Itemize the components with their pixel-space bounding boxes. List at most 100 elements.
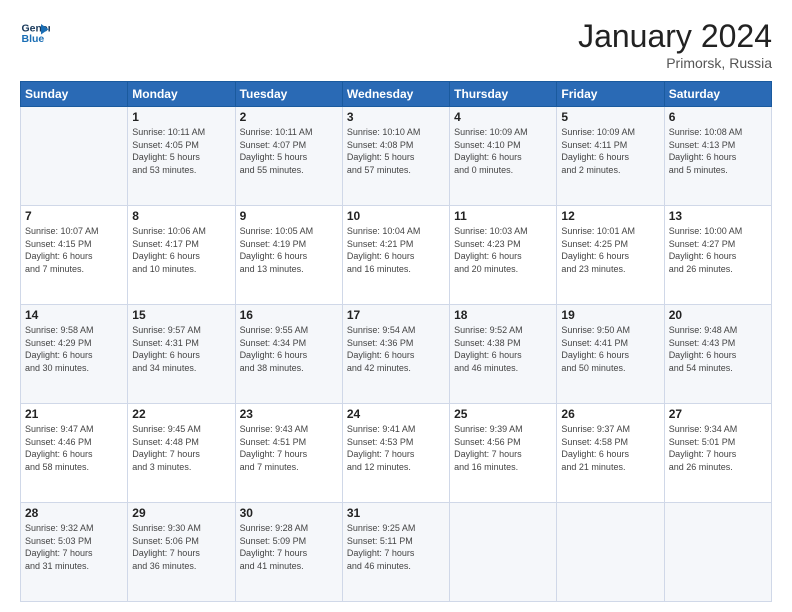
day-number: 10: [347, 209, 445, 223]
day-number: 31: [347, 506, 445, 520]
day-info: Sunrise: 9:43 AM Sunset: 4:51 PM Dayligh…: [240, 423, 338, 473]
day-info: Sunrise: 9:37 AM Sunset: 4:58 PM Dayligh…: [561, 423, 659, 473]
calendar-cell: 25Sunrise: 9:39 AM Sunset: 4:56 PM Dayli…: [450, 404, 557, 503]
day-number: 2: [240, 110, 338, 124]
day-info: Sunrise: 10:04 AM Sunset: 4:21 PM Daylig…: [347, 225, 445, 275]
day-info: Sunrise: 9:34 AM Sunset: 5:01 PM Dayligh…: [669, 423, 767, 473]
day-info: Sunrise: 10:00 AM Sunset: 4:27 PM Daylig…: [669, 225, 767, 275]
day-info: Sunrise: 9:30 AM Sunset: 5:06 PM Dayligh…: [132, 522, 230, 572]
day-number: 11: [454, 209, 552, 223]
weekday-header-monday: Monday: [128, 82, 235, 107]
day-number: 6: [669, 110, 767, 124]
day-info: Sunrise: 10:07 AM Sunset: 4:15 PM Daylig…: [25, 225, 123, 275]
weekday-header-saturday: Saturday: [664, 82, 771, 107]
calendar-cell: 10 Sunrise: 10:04 AM Sunset: 4:21 PM Dayl…: [342, 206, 449, 305]
day-number: 12: [561, 209, 659, 223]
day-info: Sunrise: 10:09 AM Sunset: 4:11 PM Daylig…: [561, 126, 659, 176]
day-info: Sunrise: 10:10 AM Sunset: 4:08 PM Daylig…: [347, 126, 445, 176]
calendar-cell: 5 Sunrise: 10:09 AM Sunset: 4:11 PM Dayli…: [557, 107, 664, 206]
calendar-cell: [21, 107, 128, 206]
day-info: Sunrise: 10:06 AM Sunset: 4:17 PM Daylig…: [132, 225, 230, 275]
calendar-cell: 19 Sunrise: 9:50 AM Sunset: 4:41 PM Dayli…: [557, 305, 664, 404]
calendar-cell: 21 Sunrise: 9:47 AM Sunset: 4:46 PM Dayli…: [21, 404, 128, 503]
day-number: 5: [561, 110, 659, 124]
day-info: Sunrise: 9:50 AM Sunset: 4:41 PM Dayligh…: [561, 324, 659, 374]
calendar-cell: 6 Sunrise: 10:08 AM Sunset: 4:13 PM Dayli…: [664, 107, 771, 206]
day-number: 1: [132, 110, 230, 124]
calendar-table: SundayMondayTuesdayWednesdayThursdayFrid…: [20, 81, 772, 602]
calendar-cell: 9 Sunrise: 10:05 AM Sunset: 4:19 PM Dayli…: [235, 206, 342, 305]
day-number: 7: [25, 209, 123, 223]
calendar-cell: 20Sunrise: 9:48 AM Sunset: 4:43 PM Dayli…: [664, 305, 771, 404]
day-number: 13: [669, 209, 767, 223]
day-number: 9: [240, 209, 338, 223]
day-number: 18: [454, 308, 552, 322]
day-number: 14: [25, 308, 123, 322]
calendar-cell: [664, 503, 771, 602]
weekday-header-sunday: Sunday: [21, 82, 128, 107]
calendar-cell: 16 Sunrise: 9:55 AM Sunset: 4:34 PM Dayli…: [235, 305, 342, 404]
calendar-cell: 1Sunrise: 10:11 AM Sunset: 4:05 PM Dayli…: [128, 107, 235, 206]
day-info: Sunrise: 9:47 AM Sunset: 4:46 PM Dayligh…: [25, 423, 123, 473]
weekday-header-wednesday: Wednesday: [342, 82, 449, 107]
calendar-cell: 17Sunrise: 9:54 AM Sunset: 4:36 PM Dayli…: [342, 305, 449, 404]
day-info: Sunrise: 10:05 AM Sunset: 4:19 PM Daylig…: [240, 225, 338, 275]
day-info: Sunrise: 9:25 AM Sunset: 5:11 PM Dayligh…: [347, 522, 445, 572]
day-number: 28: [25, 506, 123, 520]
calendar-cell: 13 Sunrise: 10:00 AM Sunset: 4:27 PM Dayl…: [664, 206, 771, 305]
day-info: Sunrise: 10:03 AM Sunset: 4:23 PM Daylig…: [454, 225, 552, 275]
weekday-header-friday: Friday: [557, 82, 664, 107]
day-info: Sunrise: 9:52 AM Sunset: 4:38 PM Dayligh…: [454, 324, 552, 374]
week-row-5: 28 Sunrise: 9:32 AM Sunset: 5:03 PM Dayli…: [21, 503, 772, 602]
calendar-cell: 7 Sunrise: 10:07 AM Sunset: 4:15 PM Dayli…: [21, 206, 128, 305]
calendar-cell: 11 Sunrise: 10:03 AM Sunset: 4:23 PM Dayl…: [450, 206, 557, 305]
day-info: Sunrise: 10:08 AM Sunset: 4:13 PM Daylig…: [669, 126, 767, 176]
calendar-cell: 31 Sunrise: 9:25 AM Sunset: 5:11 PM Dayli…: [342, 503, 449, 602]
calendar-cell: 23 Sunrise: 9:43 AM Sunset: 4:51 PM Dayli…: [235, 404, 342, 503]
weekday-header-row: SundayMondayTuesdayWednesdayThursdayFrid…: [21, 82, 772, 107]
day-info: Sunrise: 10:11 AM Sunset: 4:07 PM Daylig…: [240, 126, 338, 176]
main-title: January 2024: [578, 18, 772, 55]
day-number: 3: [347, 110, 445, 124]
day-info: Sunrise: 9:41 AM Sunset: 4:53 PM Dayligh…: [347, 423, 445, 473]
day-number: 25: [454, 407, 552, 421]
subtitle: Primorsk, Russia: [578, 55, 772, 71]
day-number: 19: [561, 308, 659, 322]
day-number: 21: [25, 407, 123, 421]
calendar-cell: 15 Sunrise: 9:57 AM Sunset: 4:31 PM Dayli…: [128, 305, 235, 404]
day-info: Sunrise: 9:32 AM Sunset: 5:03 PM Dayligh…: [25, 522, 123, 572]
weekday-header-tuesday: Tuesday: [235, 82, 342, 107]
day-info: Sunrise: 9:55 AM Sunset: 4:34 PM Dayligh…: [240, 324, 338, 374]
day-info: Sunrise: 9:57 AM Sunset: 4:31 PM Dayligh…: [132, 324, 230, 374]
calendar-cell: [450, 503, 557, 602]
day-number: 24: [347, 407, 445, 421]
svg-text:Blue: Blue: [22, 33, 45, 45]
day-number: 16: [240, 308, 338, 322]
title-block: January 2024 Primorsk, Russia: [578, 18, 772, 71]
calendar-cell: 2 Sunrise: 10:11 AM Sunset: 4:07 PM Dayli…: [235, 107, 342, 206]
calendar-cell: 28 Sunrise: 9:32 AM Sunset: 5:03 PM Dayli…: [21, 503, 128, 602]
day-number: 22: [132, 407, 230, 421]
logo: General Blue: [20, 18, 50, 48]
calendar-cell: 29 Sunrise: 9:30 AM Sunset: 5:06 PM Dayli…: [128, 503, 235, 602]
day-info: Sunrise: 9:54 AM Sunset: 4:36 PM Dayligh…: [347, 324, 445, 374]
day-number: 29: [132, 506, 230, 520]
calendar-cell: 4Sunrise: 10:09 AM Sunset: 4:10 PM Dayli…: [450, 107, 557, 206]
calendar-cell: 22Sunrise: 9:45 AM Sunset: 4:48 PM Dayli…: [128, 404, 235, 503]
week-row-2: 7 Sunrise: 10:07 AM Sunset: 4:15 PM Dayli…: [21, 206, 772, 305]
day-number: 23: [240, 407, 338, 421]
calendar-cell: 24 Sunrise: 9:41 AM Sunset: 4:53 PM Dayli…: [342, 404, 449, 503]
week-row-1: 1Sunrise: 10:11 AM Sunset: 4:05 PM Dayli…: [21, 107, 772, 206]
day-info: Sunrise: 10:09 AM Sunset: 4:10 PM Daylig…: [454, 126, 552, 176]
week-row-4: 21 Sunrise: 9:47 AM Sunset: 4:46 PM Dayli…: [21, 404, 772, 503]
calendar-cell: 8Sunrise: 10:06 AM Sunset: 4:17 PM Dayli…: [128, 206, 235, 305]
calendar-cell: 3 Sunrise: 10:10 AM Sunset: 4:08 PM Dayli…: [342, 107, 449, 206]
calendar-cell: [557, 503, 664, 602]
weekday-header-thursday: Thursday: [450, 82, 557, 107]
calendar-cell: 27 Sunrise: 9:34 AM Sunset: 5:01 PM Dayli…: [664, 404, 771, 503]
day-number: 26: [561, 407, 659, 421]
day-info: Sunrise: 9:48 AM Sunset: 4:43 PM Dayligh…: [669, 324, 767, 374]
calendar-cell: 12Sunrise: 10:01 AM Sunset: 4:25 PM Dayl…: [557, 206, 664, 305]
day-number: 27: [669, 407, 767, 421]
day-number: 15: [132, 308, 230, 322]
